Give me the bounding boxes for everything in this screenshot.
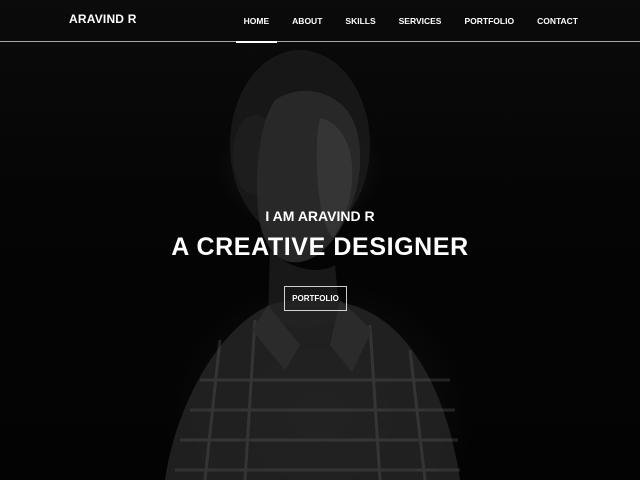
hero-section: I AM ARAVIND R A CREATIVE DESIGNER PORTF… — [0, 0, 640, 480]
portfolio-button[interactable]: PORTFOLIO — [284, 286, 347, 311]
hero-title: A CREATIVE DESIGNER — [171, 233, 469, 261]
hero-subtitle: I AM ARAVIND R — [265, 208, 375, 224]
